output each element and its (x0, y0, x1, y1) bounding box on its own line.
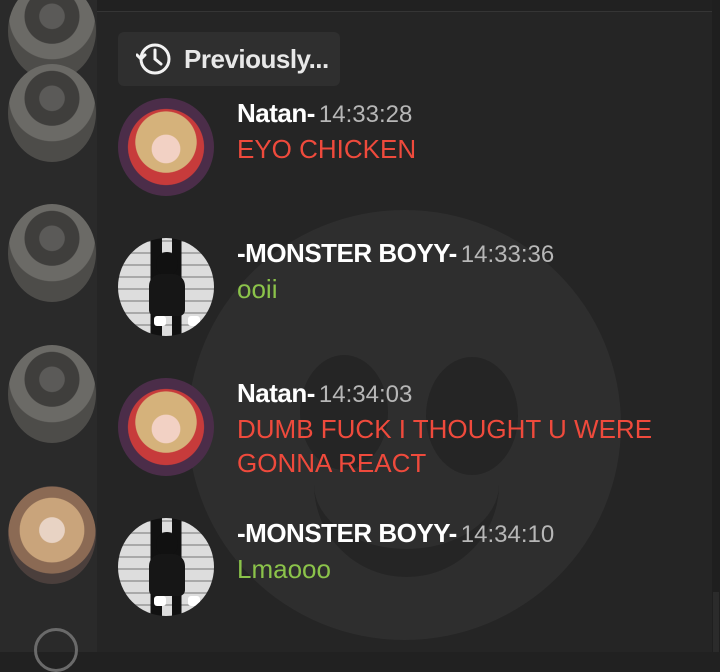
channel-sidebar (0, 0, 97, 672)
scroll-thumb[interactable] (713, 592, 719, 652)
avatar[interactable] (118, 518, 214, 616)
previously-label: Previously... (184, 43, 329, 74)
avatar-figure (156, 252, 178, 276)
message-text: ooii (237, 274, 278, 304)
timestamp: 14:34:03 (318, 381, 413, 408)
avatar-detail (188, 316, 200, 326)
avatar-detail (154, 316, 166, 326)
author-name[interactable]: -MONSTER BOYY- (237, 518, 457, 548)
author-name[interactable]: Natan- (237, 98, 315, 128)
message-text: DUMB FUCK I THOUGHT U WERE GONNA REACT (237, 414, 653, 478)
author-name[interactable]: -MONSTER BOYY- (237, 238, 457, 268)
author-name[interactable]: Natan- (237, 378, 315, 408)
previously-divider[interactable]: Previously... (118, 32, 340, 86)
history-icon (136, 43, 171, 75)
avatar-detail (154, 596, 166, 606)
message-text: EYO CHICKEN (237, 134, 417, 164)
circle-icon[interactable] (34, 628, 78, 672)
timestamp: 14:33:28 (318, 101, 413, 128)
sidebar-avatar[interactable] (8, 486, 96, 584)
timestamp: 14:34:10 (460, 521, 555, 548)
sidebar-avatar[interactable] (8, 64, 96, 162)
message-meta: -MONSTER BOYY- 14:33:36 (237, 238, 554, 269)
message-meta: -MONSTER BOYY- 14:34:10 (237, 518, 554, 549)
scrollbar[interactable] (712, 0, 720, 652)
avatar[interactable] (118, 378, 214, 476)
message-text: Lmaooo (237, 554, 331, 584)
avatar[interactable] (118, 98, 214, 196)
avatar-figure (156, 532, 178, 556)
sidebar-avatar[interactable] (8, 345, 96, 443)
message-meta: Natan- 14:33:28 (237, 98, 412, 129)
timestamp: 14:33:36 (460, 241, 555, 268)
avatar-figure (149, 274, 185, 316)
avatar-figure (149, 554, 185, 596)
avatar[interactable] (118, 238, 214, 336)
message-meta: Natan- 14:34:03 (237, 378, 412, 409)
avatar-detail (188, 596, 200, 606)
sidebar-avatar[interactable] (8, 204, 96, 302)
